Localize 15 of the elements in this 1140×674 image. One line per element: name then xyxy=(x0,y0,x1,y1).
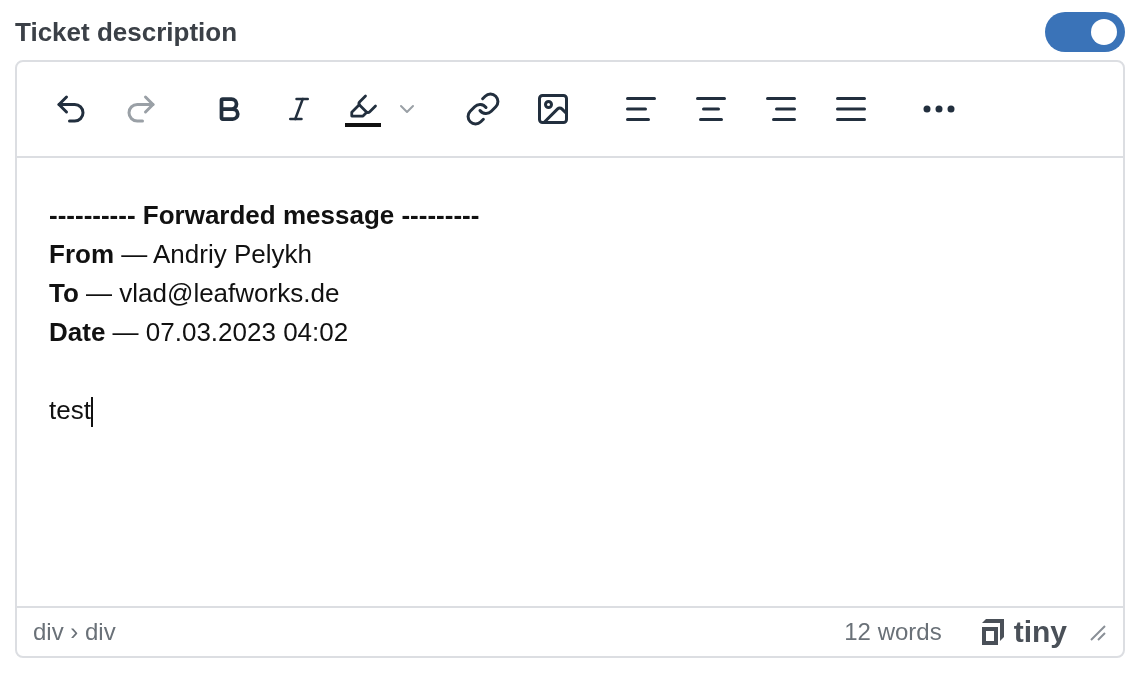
body-text: test xyxy=(49,395,91,425)
forwarded-heading: ---------- Forwarded message --------- xyxy=(49,200,480,230)
field-label: Ticket description xyxy=(15,16,238,48)
brand-name: tiny xyxy=(1013,615,1067,649)
text-cursor xyxy=(90,397,93,428)
color-swatch xyxy=(345,123,381,127)
message-line: From — Andriy Pelykh xyxy=(49,239,312,269)
element-path: div › div xyxy=(33,618,116,646)
image-icon xyxy=(535,91,571,127)
message-line: Date — 07.03.2023 04:02 xyxy=(49,317,349,347)
toggle-switch[interactable] xyxy=(1045,12,1125,52)
link-icon xyxy=(465,91,501,127)
message-line: To — vlad@leafworks.de xyxy=(49,278,340,308)
more-icon xyxy=(923,105,955,113)
word-count: 12 words xyxy=(844,618,942,646)
